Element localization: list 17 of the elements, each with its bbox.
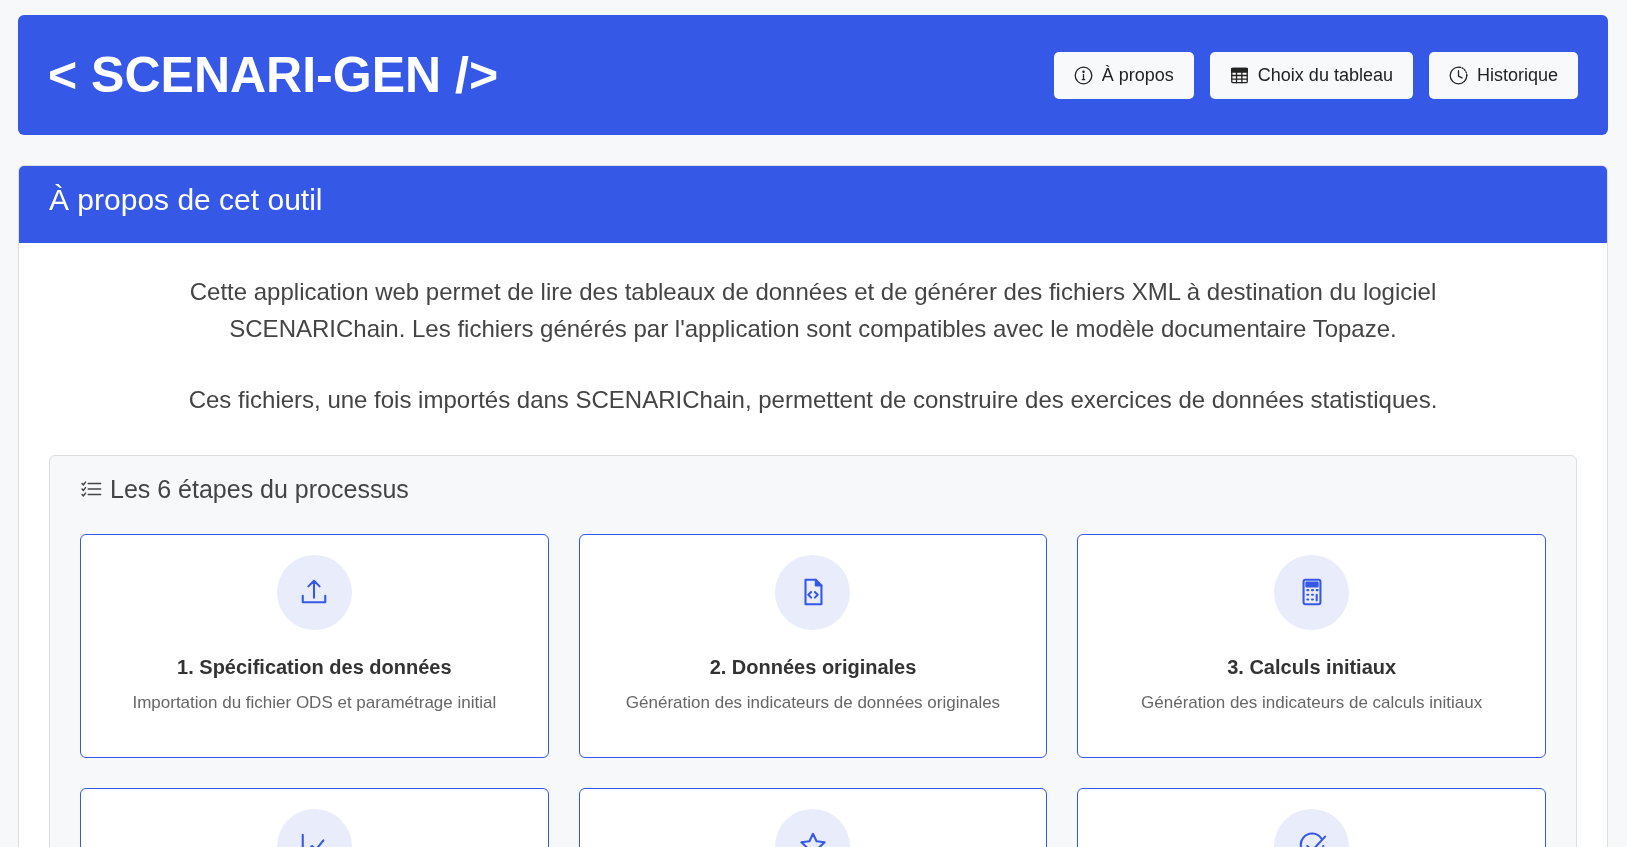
step-title: 1. Spécification des données [176,654,453,680]
step-description: Génération des indicateurs de calculs initiaux [1140,691,1484,714]
step-description: Génération des indicateurs de données originales [624,691,1002,714]
step-title: 3. Calculs initiaux [1226,654,1398,680]
nav-button[interactable]: Historique [1428,51,1578,99]
table-icon [1229,65,1249,85]
app-logo: < SCENARI-GEN /> [48,46,499,105]
clock-icon [1448,65,1468,85]
section-title: Les 6 étapes du processus [110,473,409,504]
info-icon [1073,65,1093,85]
step-title: 2. Données originales [708,654,918,680]
description-text: Ces fichiers, une fois importés dans SCENARIChain, permettent de construire des exercices de données statistiques. [187,385,1439,416]
description-text: Cette application web permet de lire des tableaux de données et de générer des fichiers XML à destination du logiciel SCENARIChain. Les fichiers générés par l'application sont compatibles avec le modèle documentaire Topaze. [188,277,1438,345]
card-header: À propos de cet outil [19,166,1607,243]
step-description: Importation du fichier ODS et paramétrage initial [131,691,498,714]
nav-button[interactable]: Choix du tableau [1209,51,1413,99]
nav-button[interactable]: À propos [1053,51,1194,99]
